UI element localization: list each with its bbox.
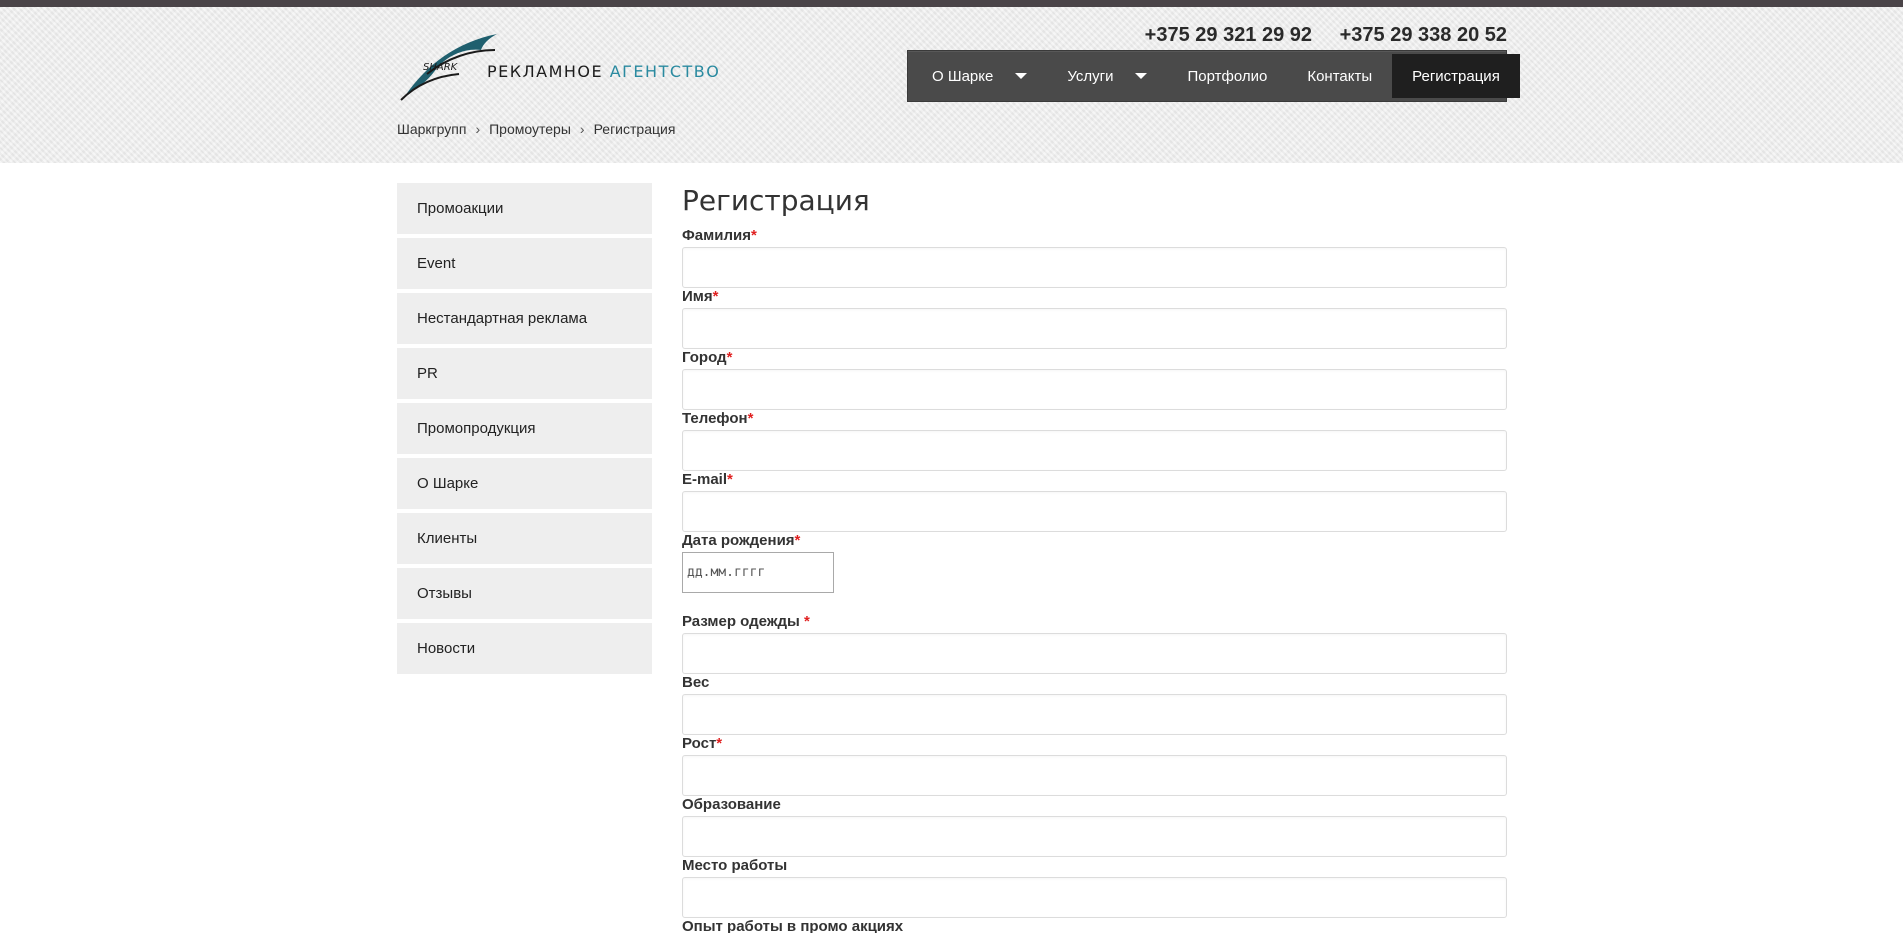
sidebar-item-clients[interactable]: Клиенты <box>397 513 652 564</box>
registration-form: Регистрация Фамилия* Имя* Город* Телефон… <box>682 183 1507 933</box>
main-navigation: О Шарке Услуги Портфолио Контакты Регист… <box>907 50 1520 102</box>
field-label: Фамилия* <box>682 227 757 244</box>
birthdate-input[interactable]: дд.мм.гггг <box>682 552 834 593</box>
contact-phones: +375 29 321 29 92 +375 29 338 20 52 <box>1123 24 1507 47</box>
workplace-input[interactable] <box>682 877 1507 918</box>
field-label: Дата рождения* <box>682 532 801 549</box>
field-label: Образование <box>682 796 781 813</box>
field-label: E-mail* <box>682 471 733 488</box>
nav-item-services[interactable]: Услуги <box>1047 54 1167 98</box>
field-label: Город* <box>682 349 733 366</box>
education-input[interactable] <box>682 816 1507 857</box>
sidebar-item-reviews[interactable]: Отзывы <box>397 568 652 619</box>
nav-item-registration[interactable]: Регистрация <box>1392 54 1520 98</box>
height-input[interactable] <box>682 755 1507 796</box>
clothing-size-input[interactable] <box>682 633 1507 674</box>
field-label: Вес <box>682 674 710 691</box>
field-birthdate: Дата рождения* дд.мм.гггг <box>682 532 1507 613</box>
breadcrumb-current: Регистрация <box>593 121 676 137</box>
sidebar-item-news[interactable]: Новости <box>397 623 652 674</box>
phone-number-1[interactable]: +375 29 321 29 92 <box>1145 24 1312 46</box>
weight-input[interactable] <box>682 694 1507 735</box>
field-firstname: Имя* <box>682 288 1507 349</box>
field-lastname: Фамилия* <box>682 227 1507 288</box>
breadcrumb-separator: › <box>579 121 585 137</box>
field-label: Опыт работы в промо акциях <box>682 918 904 933</box>
sidebar-item-event[interactable]: Event <box>397 238 652 289</box>
field-promo-experience: Опыт работы в промо акциях <box>682 918 1507 933</box>
email-input[interactable] <box>682 491 1507 532</box>
sidebar-item-nonstandard-ads[interactable]: Нестандартная реклама <box>397 293 652 344</box>
nav-item-contacts[interactable]: Контакты <box>1287 54 1392 98</box>
phone-number-2[interactable]: +375 29 338 20 52 <box>1340 24 1507 46</box>
logo-brand: SHARK <box>423 62 459 73</box>
city-input[interactable] <box>682 369 1507 410</box>
field-label: Рост* <box>682 735 723 752</box>
nav-item-portfolio[interactable]: Портфолио <box>1167 54 1287 98</box>
nav-item-about[interactable]: О Шарке <box>912 54 1047 98</box>
logo-text: РЕКЛАМНОЕ АГЕНТСТВО <box>487 62 721 81</box>
breadcrumb-link-home[interactable]: Шаркгрупп <box>397 121 466 137</box>
sidebar-item-promo[interactable]: Промоакции <box>397 183 652 234</box>
field-height: Рост* <box>682 735 1507 796</box>
phone-input[interactable] <box>682 430 1507 471</box>
top-strip <box>0 0 1903 7</box>
chevron-down-icon[interactable] <box>1015 73 1028 79</box>
breadcrumb-separator: › <box>475 121 481 137</box>
sidebar-item-promo-products[interactable]: Промопродукция <box>397 403 652 454</box>
field-label: Размер одежды * <box>682 613 810 630</box>
field-workplace: Место работы <box>682 857 1507 918</box>
field-label: Телефон* <box>682 410 754 427</box>
field-email: E-mail* <box>682 471 1507 532</box>
field-label: Место работы <box>682 857 788 874</box>
sidebar-item-pr[interactable]: PR <box>397 348 652 399</box>
field-phone: Телефон* <box>682 410 1507 471</box>
page-title: Регистрация <box>682 184 870 217</box>
field-education: Образование <box>682 796 1507 857</box>
sidebar-menu: Промоакции Event Нестандартная реклама P… <box>397 183 652 678</box>
breadcrumb-link-promoters[interactable]: Промоутеры <box>489 121 571 137</box>
field-label: Имя* <box>682 288 719 305</box>
sidebar-item-about[interactable]: О Шарке <box>397 458 652 509</box>
field-weight: Вес <box>682 674 1507 735</box>
firstname-input[interactable] <box>682 308 1507 349</box>
site-logo[interactable]: SHARK РЕКЛАМНОЕ АГЕНТСТВО <box>397 24 757 104</box>
chevron-down-icon[interactable] <box>1135 73 1148 79</box>
breadcrumb: Шаркгрупп › Промоутеры › Регистрация <box>397 121 675 137</box>
field-city: Город* <box>682 349 1507 410</box>
field-clothing-size: Размер одежды * <box>682 613 1507 674</box>
lastname-input[interactable] <box>682 247 1507 288</box>
